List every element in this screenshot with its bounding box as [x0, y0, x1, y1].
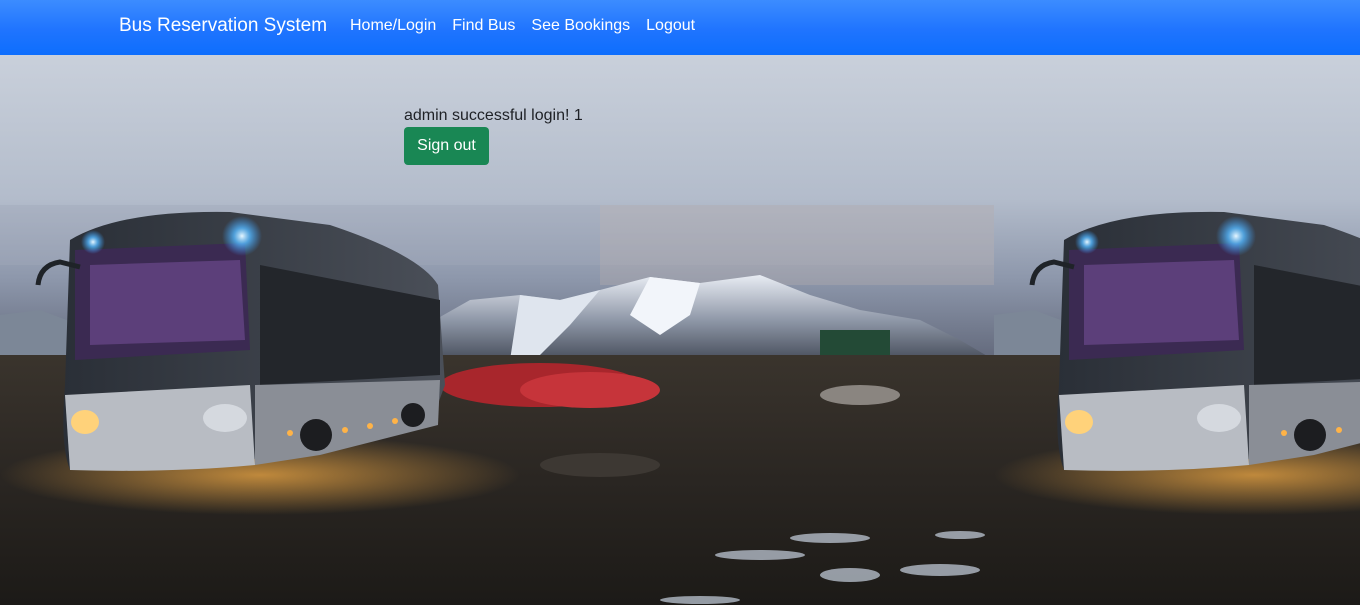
- background-bus-image-repeat: [994, 55, 1360, 605]
- top-navbar: Bus Reservation System Home/Login Find B…: [0, 0, 1360, 55]
- nav-home-login[interactable]: Home/Login: [350, 17, 436, 35]
- brand-title[interactable]: Bus Reservation System: [119, 15, 327, 37]
- nav-links: Home/Login Find Bus See Bookings Logout: [350, 17, 695, 35]
- login-status-panel: admin successful login! 1 Sign out: [404, 107, 583, 165]
- sign-out-button[interactable]: Sign out: [404, 127, 489, 165]
- nav-find-bus[interactable]: Find Bus: [452, 17, 515, 35]
- nav-logout[interactable]: Logout: [646, 17, 695, 35]
- nav-see-bookings[interactable]: See Bookings: [531, 17, 630, 35]
- login-success-message: admin successful login! 1: [404, 107, 583, 124]
- background-bus-image: [0, 55, 994, 605]
